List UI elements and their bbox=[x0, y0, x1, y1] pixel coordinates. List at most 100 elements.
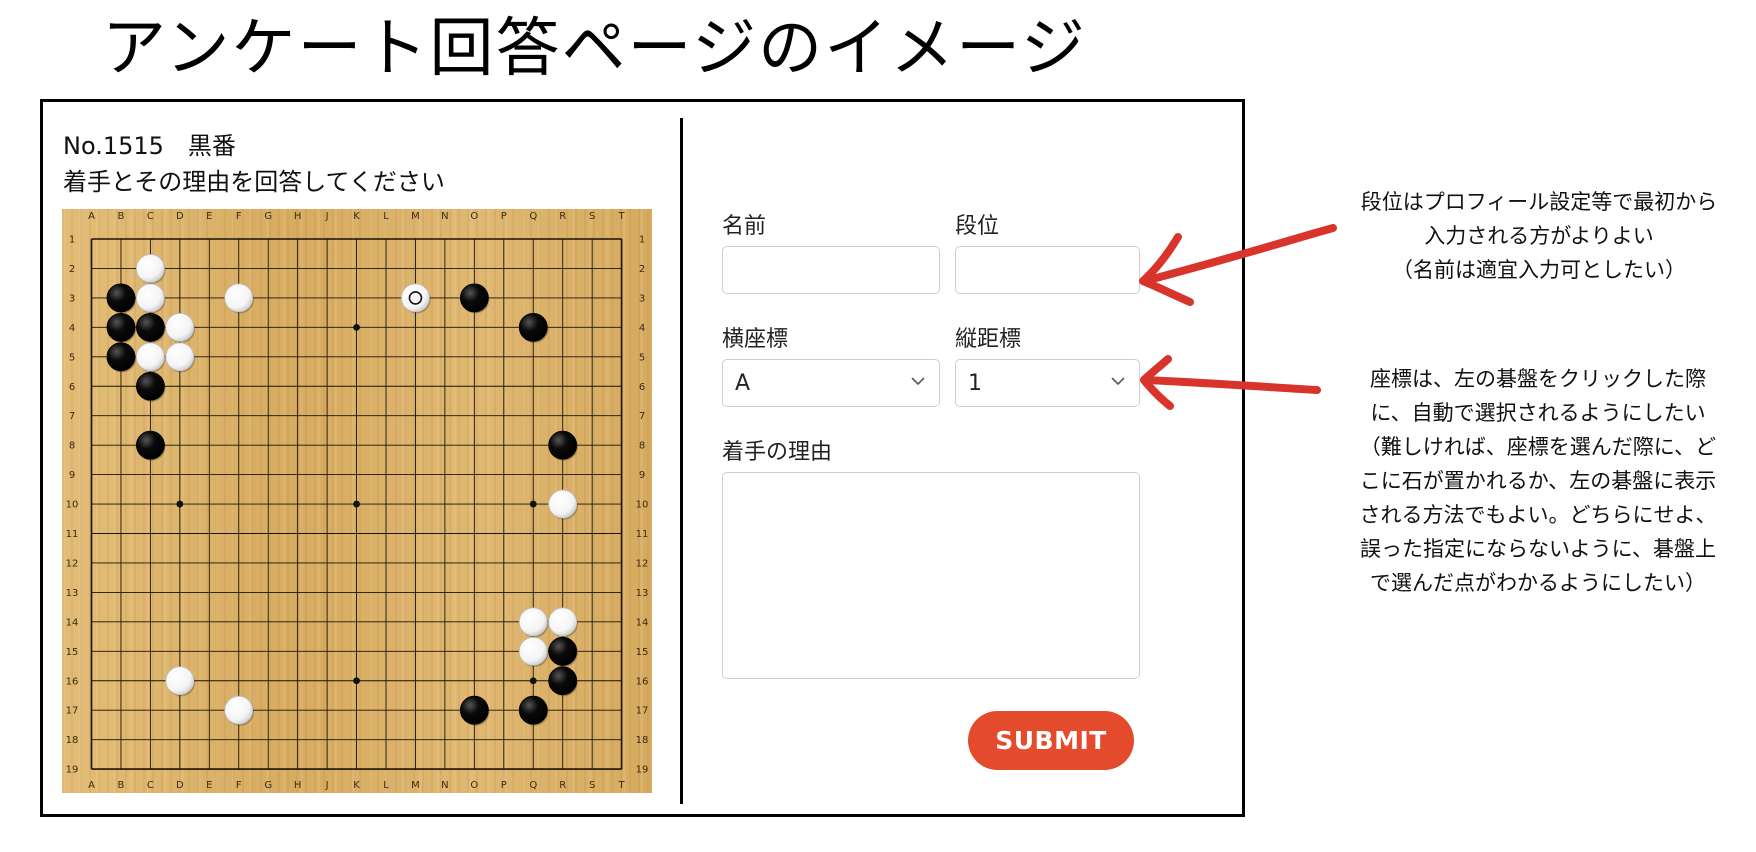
rank-label: 段位 bbox=[955, 214, 1000, 239]
rank-input[interactable] bbox=[955, 246, 1140, 294]
name-input[interactable] bbox=[722, 246, 940, 294]
chevron-down-icon bbox=[1111, 377, 1125, 386]
column-label: A bbox=[88, 211, 95, 222]
y-coordinate-select[interactable]: 1 bbox=[955, 359, 1140, 407]
white-stone bbox=[165, 666, 195, 696]
row-label: 11 bbox=[636, 529, 649, 540]
black-stone bbox=[459, 283, 489, 313]
star-point bbox=[353, 323, 360, 331]
rank-annotation: 段位はプロフィール設定等で最初から 入力される方がよりよい （名前は適宜入力可と… bbox=[1324, 185, 1754, 287]
row-label: 14 bbox=[66, 617, 79, 628]
row-label: 17 bbox=[66, 706, 79, 717]
row-label: 6 bbox=[69, 382, 75, 393]
y-coordinate-label: 縦距標 bbox=[955, 327, 1022, 352]
row-label: 15 bbox=[636, 647, 649, 658]
black-stone bbox=[548, 430, 578, 460]
column-label: H bbox=[294, 211, 302, 222]
white-stone bbox=[518, 636, 548, 666]
row-label: 1 bbox=[639, 235, 645, 246]
column-label: Q bbox=[529, 211, 537, 222]
row-label: 13 bbox=[66, 588, 79, 599]
black-stone bbox=[136, 312, 165, 342]
row-label: 4 bbox=[639, 323, 645, 334]
annotation-line: 入力される方がよりよい bbox=[1424, 224, 1654, 248]
row-label: 1 bbox=[69, 235, 75, 246]
column-label: T bbox=[618, 780, 626, 791]
row-label: 12 bbox=[66, 558, 79, 569]
row-label: 2 bbox=[639, 264, 645, 275]
column-label: N bbox=[441, 780, 448, 791]
annotation-line: される方法でもよい。どちらにせよ、 bbox=[1359, 503, 1717, 527]
annotation-line: （名前は適宜入力可としたい） bbox=[1392, 258, 1686, 282]
annotation-line: 座標は、左の碁盤をクリックした際 bbox=[1370, 367, 1706, 391]
go-board[interactable]: AABBCCDDEEFFGGHHJJKKLLMMNNOOPPQQRRSSTT11… bbox=[62, 209, 652, 793]
column-label: E bbox=[206, 211, 212, 222]
row-label: 14 bbox=[636, 617, 649, 628]
column-label: B bbox=[118, 211, 125, 222]
column-label: C bbox=[147, 211, 154, 222]
column-label: D bbox=[176, 780, 184, 791]
white-stone bbox=[401, 283, 430, 313]
name-label: 名前 bbox=[722, 214, 767, 239]
row-label: 7 bbox=[69, 411, 75, 422]
problem-prompt: 着手とその理由を回答してください bbox=[63, 168, 445, 196]
row-label: 3 bbox=[639, 293, 645, 304]
row-label: 17 bbox=[636, 706, 649, 717]
column-label: O bbox=[470, 211, 478, 222]
column-label: S bbox=[589, 780, 595, 791]
annotation-line: に、自動で選択されるようにしたい bbox=[1370, 401, 1706, 425]
column-label: R bbox=[559, 211, 566, 222]
arrow-to-coordinates-icon bbox=[1140, 355, 1321, 410]
column-label: F bbox=[236, 780, 242, 791]
star-point bbox=[353, 500, 360, 508]
row-label: 6 bbox=[639, 382, 645, 393]
column-label: P bbox=[501, 780, 507, 791]
page-title: アンケート回答ページのイメージ bbox=[102, 12, 1087, 86]
column-label: L bbox=[383, 780, 389, 791]
go-board-grid[interactable]: AABBCCDDEEFFGGHHJJKKLLMMNNOOPPQQRRSSTT1 1… bbox=[62, 209, 652, 793]
star-point bbox=[529, 500, 537, 508]
arrow-to-rank-icon bbox=[1139, 224, 1337, 306]
column-label: T bbox=[618, 211, 626, 222]
column-label: F bbox=[236, 211, 242, 222]
reason-label: 着手の理由 bbox=[722, 440, 833, 465]
y-coordinate-value: 1 bbox=[968, 370, 982, 396]
x-coordinate-value: A bbox=[735, 370, 751, 396]
column-label: S bbox=[589, 211, 595, 222]
row-label: 9 bbox=[639, 470, 645, 481]
row-label: 19 bbox=[636, 765, 649, 776]
row-label: 9 bbox=[69, 470, 75, 481]
column-label: E bbox=[206, 780, 212, 791]
row-label: 5 bbox=[69, 352, 75, 363]
problem-number: No.1515 bbox=[63, 132, 164, 160]
column-label: R bbox=[559, 780, 566, 791]
annotation-line: で選んだ点がわかるようにしたい） bbox=[1370, 571, 1706, 595]
problem-turn: 黒番 bbox=[187, 132, 236, 160]
chevron-down-icon bbox=[911, 377, 925, 386]
column-label: O bbox=[470, 780, 478, 791]
row-label: 4 bbox=[69, 323, 75, 334]
column-label: C bbox=[147, 780, 154, 791]
x-coordinate-select[interactable]: A bbox=[722, 359, 940, 407]
submit-button[interactable]: SUBMIT bbox=[968, 711, 1134, 770]
annotation-line: こに石が置かれるか、左の碁盤に表示 bbox=[1359, 469, 1717, 493]
black-stone bbox=[136, 371, 165, 401]
white-stone bbox=[518, 607, 548, 637]
black-stone bbox=[106, 342, 136, 372]
problem-header: No.1515 黒番 bbox=[63, 126, 236, 161]
row-label: 2 bbox=[69, 264, 75, 275]
row-label: 12 bbox=[636, 558, 649, 569]
column-label: K bbox=[353, 211, 360, 222]
column-label: M bbox=[411, 780, 420, 791]
column-label: J bbox=[325, 780, 329, 791]
black-stone bbox=[518, 695, 548, 725]
column-label: A bbox=[88, 780, 95, 791]
row-label: 3 bbox=[69, 293, 75, 304]
row-label: 7 bbox=[639, 411, 645, 422]
reason-textarea[interactable] bbox=[722, 472, 1140, 679]
column-label: H bbox=[294, 780, 302, 791]
coordinates-annotation: 座標は、左の碁盤をクリックした際 に、自動で選択されるようにしたい （難しければ… bbox=[1320, 362, 1756, 600]
black-stone bbox=[548, 666, 578, 696]
annotation-line: 誤った指定にならないように、碁盤上 bbox=[1360, 537, 1716, 561]
white-stone bbox=[165, 312, 195, 342]
